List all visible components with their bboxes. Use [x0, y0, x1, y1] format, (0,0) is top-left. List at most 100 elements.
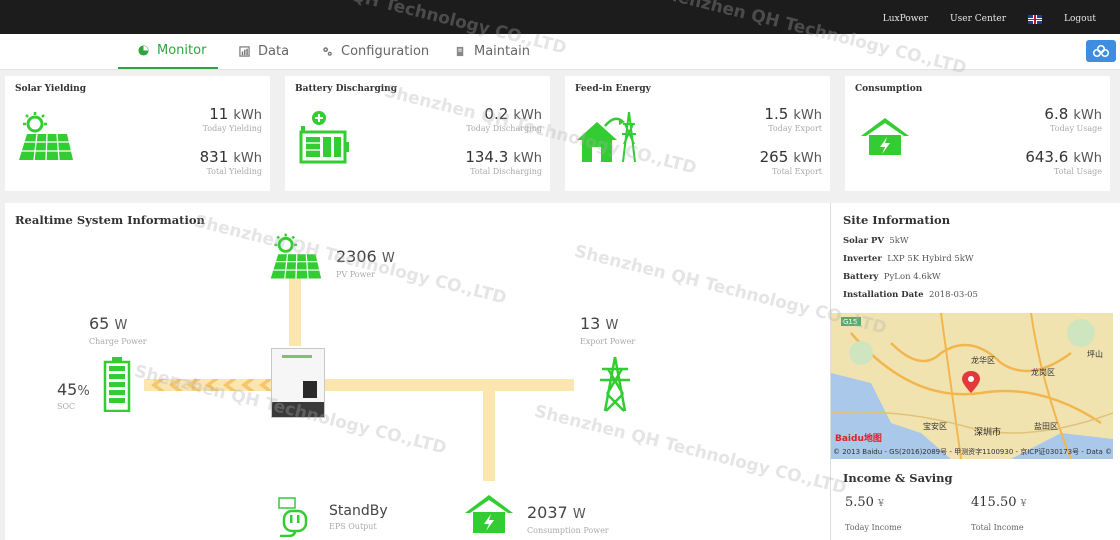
stat-unit: kWh: [793, 151, 822, 166]
site-key: Installation Date: [843, 290, 924, 300]
stat-value: 134.3: [465, 148, 509, 166]
site-info-title: Site Information: [843, 213, 951, 227]
export-unit: W: [605, 318, 619, 333]
charge-unit: W: [114, 318, 128, 333]
pv-value: 2306: [336, 247, 377, 266]
feed-in-energy-card: Feed-in Energy 1.5 kWh Today Export 265 …: [565, 76, 830, 191]
card-title: Feed-in Energy: [575, 84, 651, 94]
stat-value: 6.8: [1044, 105, 1069, 123]
today-income-label: Today Income: [845, 523, 902, 532]
cloud-icon: [1092, 44, 1110, 58]
card-title: Battery Discharging: [295, 84, 398, 94]
gear-icon: [323, 47, 332, 56]
luxpower-link[interactable]: LuxPower: [883, 14, 928, 24]
house-bolt-icon: [861, 118, 909, 160]
soc-unit: %: [77, 384, 90, 399]
solar-panel-icon: [15, 112, 75, 166]
tab-label: Configuration: [341, 44, 430, 59]
site-row-battery: Battery PyLon 4.6kW: [843, 272, 941, 282]
stat-value: 1.5: [764, 105, 789, 123]
map-road-label: G15: [843, 318, 858, 326]
app-switch-button[interactable]: [1086, 40, 1116, 62]
site-row-solar: Solar PV 5kW: [843, 236, 909, 246]
tab-monitor[interactable]: Monitor: [118, 34, 218, 69]
user-center-link[interactable]: User Center: [950, 14, 1006, 24]
total-income-label: Total Income: [971, 523, 1024, 532]
site-value: 2018-03-05: [928, 290, 978, 300]
tab-label: Maintain: [474, 44, 530, 59]
site-key: Inverter: [843, 254, 882, 264]
consumption-value: 2037: [527, 503, 568, 522]
total-yielding-stat: 831 kWh Total Yielding: [200, 147, 262, 176]
charge-power-label: Charge Power: [89, 337, 147, 346]
consumption-power-value: 2037 W: [527, 503, 586, 522]
income-unit: ¥: [1020, 499, 1027, 509]
battery-discharging-card: Battery Discharging 0.2 kWh Today Discha…: [285, 76, 550, 191]
stat-value: 11: [209, 105, 229, 123]
map-label: 龙华区: [971, 356, 995, 365]
site-row-installation: Installation Date 2018-03-05: [843, 290, 978, 300]
site-key: Solar PV: [843, 236, 884, 246]
stat-caption: Total Export: [772, 167, 822, 176]
inverter-icon: [271, 348, 325, 418]
today-discharging-stat: 0.2 kWh Today Discharging: [466, 104, 542, 133]
map-credit: © 2013 Baidu - GS(2016)2089号 - 甲测资字11009…: [833, 448, 1113, 456]
uk-flag-icon[interactable]: [1028, 14, 1042, 24]
stat-unit: kWh: [1073, 151, 1102, 166]
stat-caption: Today Yielding: [202, 124, 262, 133]
stat-unit: kWh: [233, 151, 262, 166]
map-label: 深圳市: [974, 428, 1002, 438]
tab-data[interactable]: Data: [239, 34, 289, 69]
soc-value: 45%: [57, 380, 90, 399]
battery-level-icon: [103, 356, 131, 416]
map-label: 龙岗区: [1031, 368, 1055, 377]
income-number: 5.50: [845, 495, 874, 510]
eps-output-label: EPS Output: [329, 522, 377, 531]
pv-power-label: PV Power: [336, 270, 375, 279]
stat-unit: kWh: [513, 108, 542, 123]
stat-value: 265: [759, 148, 789, 166]
today-income-value: 5.50 ¥: [845, 495, 884, 510]
monitor-icon: [138, 45, 149, 56]
income-unit: ¥: [878, 499, 884, 509]
stat-caption: Total Discharging: [470, 167, 542, 176]
solar-yielding-card: Solar Yielding 11 kWh Today Yielding 831…: [5, 76, 270, 191]
stat-caption: Today Usage: [1050, 124, 1102, 133]
site-value: LXP 5K Hybird 5kW: [887, 254, 974, 264]
consumption-card: Consumption 6.8 kWh Today Usage 643.6 kW…: [845, 76, 1110, 191]
stat-caption: Total Yielding: [206, 167, 262, 176]
site-key: Battery: [843, 272, 879, 282]
total-export-stat: 265 kWh Total Export: [760, 147, 822, 176]
main-nav: Monitor Data Configuration Maintain: [0, 34, 1120, 70]
export-power-label: Export Power: [580, 337, 636, 346]
map-label: 坪山: [1087, 350, 1103, 359]
site-value: 5kW: [889, 236, 909, 246]
consumption-flow-line: [483, 391, 495, 481]
stat-unit: kWh: [1073, 108, 1102, 123]
pv-power-value: 2306 W: [336, 247, 395, 266]
tab-maintain[interactable]: Maintain: [455, 34, 530, 69]
pv-solar-icon: [267, 233, 323, 285]
income-number: 415.50: [971, 495, 1017, 510]
stat-value: 831: [199, 148, 229, 166]
pv-unit: W: [381, 251, 395, 266]
top-links: LuxPower User Center Logout: [883, 14, 1096, 24]
site-row-inverter: Inverter LXP 5K Hybird 5kW: [843, 254, 974, 264]
charge-value: 65: [89, 314, 110, 333]
today-export-stat: 1.5 kWh Today Export: [764, 104, 822, 133]
site-info-panel: Site Information Solar PV 5kW Inverter L…: [830, 203, 1120, 540]
tab-configuration[interactable]: Configuration: [322, 34, 429, 69]
site-value: PyLon 4.6kW: [883, 272, 941, 282]
map-label: 宝安区: [923, 422, 947, 431]
consumption-house-icon: [465, 495, 513, 537]
today-usage-stat: 6.8 kWh Today Usage: [1044, 104, 1102, 133]
power-tower-icon: [599, 356, 631, 416]
map-label: 盐田区: [1034, 422, 1058, 431]
logout-link[interactable]: Logout: [1064, 14, 1096, 24]
site-map[interactable]: G15 龙华区 龙岗区 宝安区 深圳市 盐田区 坪山 Baidu地图 © 201…: [831, 313, 1113, 459]
baidu-logo: Baidu地图: [835, 434, 882, 444]
soc-number: 45: [57, 380, 78, 399]
stat-unit: kWh: [793, 108, 822, 123]
card-title: Consumption: [855, 84, 923, 94]
total-discharging-stat: 134.3 kWh Total Discharging: [465, 147, 542, 176]
